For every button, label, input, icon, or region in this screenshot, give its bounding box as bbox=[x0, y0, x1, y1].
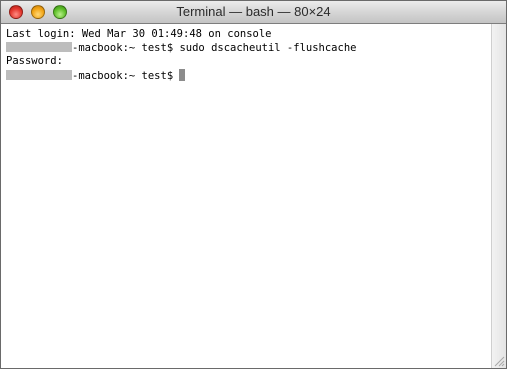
terminal-line-prompt: -macbook:~ test$ bbox=[6, 68, 491, 83]
title-bar[interactable]: Terminal — bash — 80×24 bbox=[1, 1, 506, 24]
vertical-scrollbar[interactable] bbox=[491, 24, 506, 368]
resize-grip-icon[interactable] bbox=[493, 355, 505, 367]
prompt-text: -macbook:~ test$ bbox=[72, 69, 180, 82]
terminal-line-last-login: Last login: Wed Mar 30 01:49:48 on conso… bbox=[6, 28, 272, 40]
terminal-line-command: -macbook:~ test$ sudo dscacheutil -flush… bbox=[6, 41, 491, 56]
redacted-hostname bbox=[6, 41, 72, 52]
text-cursor bbox=[179, 68, 186, 81]
redacted-hostname bbox=[6, 69, 72, 80]
terminal-content[interactable]: Last login: Wed Mar 30 01:49:48 on conso… bbox=[1, 24, 491, 368]
terminal-window: Terminal — bash — 80×24 Last login: Wed … bbox=[0, 0, 507, 369]
window-title: Terminal — bash — 80×24 bbox=[176, 4, 331, 19]
command-text: sudo dscacheutil -flushcache bbox=[179, 41, 357, 54]
terminal-line-password: Password: bbox=[6, 55, 63, 67]
prompt-text: -macbook:~ test$ bbox=[72, 41, 180, 54]
